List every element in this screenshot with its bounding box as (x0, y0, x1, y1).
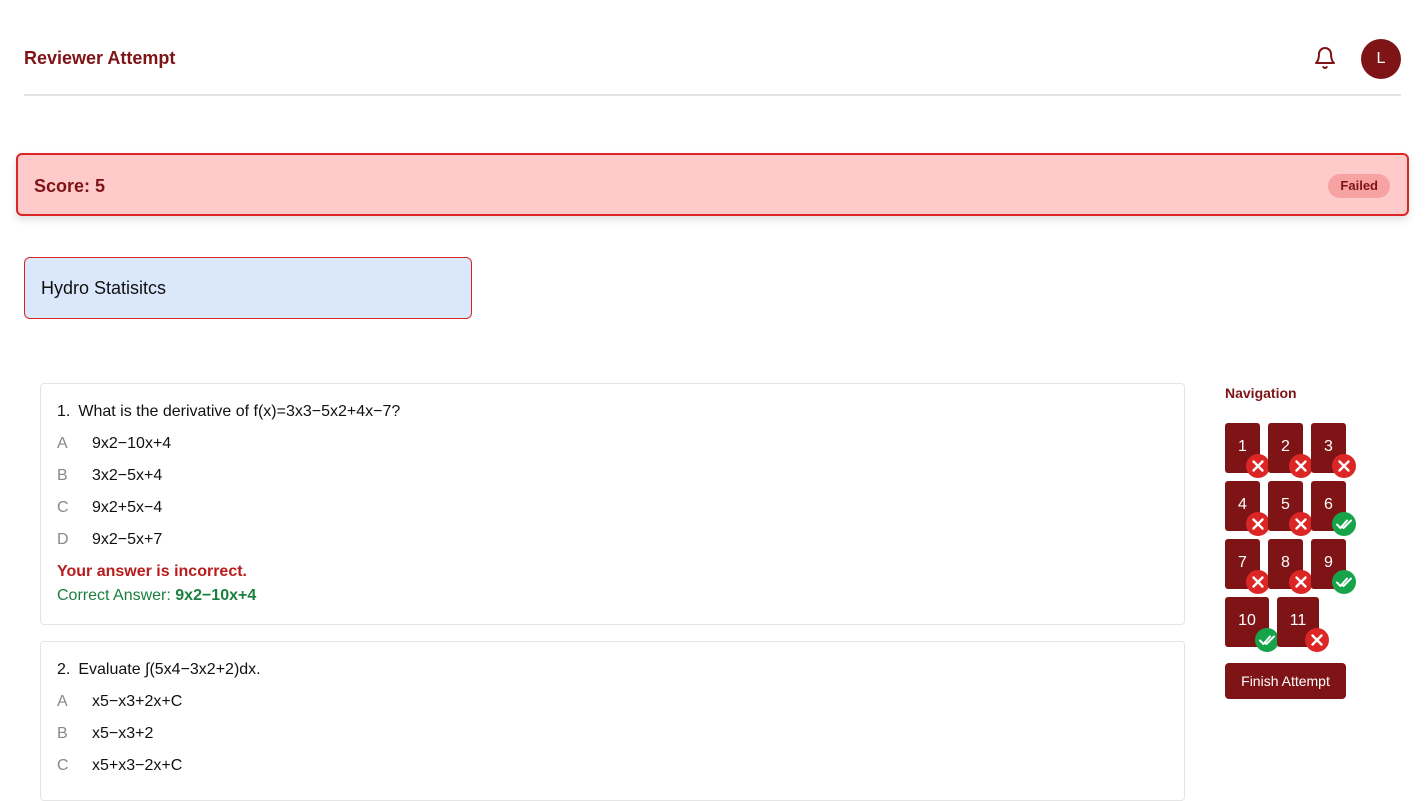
option-letter: B (57, 725, 68, 742)
nav-question-1[interactable]: 1 (1225, 423, 1270, 478)
finish-attempt-button[interactable]: Finish Attempt (1225, 663, 1346, 699)
page-title: Reviewer Attempt (24, 48, 176, 68)
question-card: 1. What is the derivative of f(x)=3x3−5x2… (40, 383, 1185, 625)
option-letter: A (57, 693, 68, 710)
check-icon (1332, 512, 1356, 536)
nav-question-11[interactable]: 11 (1277, 597, 1329, 652)
option-letter: C (57, 499, 69, 516)
question-text: 2. Evaluate ∫(5x4−3x2+2)dx. (57, 661, 261, 679)
nav-question-8[interactable]: 8 (1268, 539, 1313, 594)
app-header: Reviewer Attempt L (24, 0, 1401, 96)
option-text: 9x2−5x+7 (92, 531, 163, 548)
status-badge: Failed (1328, 174, 1390, 198)
nav-question-label: 11 (1289, 612, 1307, 629)
option-letter: C (57, 757, 69, 774)
option-text: 3x2−5x+4 (92, 467, 163, 484)
check-icon (1332, 570, 1356, 594)
question-number: 1. (57, 403, 71, 420)
option-b[interactable]: B x5−x3+2 (57, 725, 153, 743)
x-icon (1246, 512, 1270, 536)
subject-name: Hydro Statisitcs (41, 278, 167, 298)
x-icon (1246, 454, 1270, 478)
question-text: 1. What is the derivative of f(x)=3x3−5x2… (57, 403, 400, 421)
nav-question-label: 5 (1281, 496, 1290, 513)
x-icon (1289, 512, 1313, 536)
nav-question-label: 2 (1281, 438, 1290, 455)
nav-question-10[interactable]: 10 (1225, 597, 1279, 652)
x-icon (1305, 628, 1329, 652)
nav-question-9[interactable]: 9 (1311, 539, 1356, 594)
question-prompt: What is the derivative of f(x)=3x3−5x2+4… (78, 403, 401, 420)
nav-question-7[interactable]: 7 (1225, 539, 1270, 594)
nav-question-label: 6 (1324, 496, 1333, 513)
option-letter: A (57, 435, 68, 452)
question-card: 2. Evaluate ∫(5x4−3x2+2)dx. A x5−x3+2x+C … (40, 641, 1185, 801)
question-number: 2. (57, 661, 71, 678)
nav-question-6[interactable]: 6 (1311, 481, 1356, 536)
option-d[interactable]: D 9x2−5x+7 (57, 531, 162, 549)
option-a[interactable]: A 9x2−10x+4 (57, 435, 171, 453)
nav-question-label: 3 (1324, 438, 1333, 455)
option-text: 9x2+5x−4 (92, 499, 163, 516)
correct-answer-label: Correct Answer: (57, 587, 171, 604)
correct-answer: Correct Answer: 9x2−10x+4 (57, 587, 256, 605)
option-text: x5+x3−2x+C (92, 757, 183, 774)
option-text: 9x2−10x+4 (92, 435, 172, 452)
subject-card: Hydro Statisitcs (24, 257, 472, 319)
nav-question-label: 1 (1238, 438, 1247, 455)
nav-question-4[interactable]: 4 (1225, 481, 1270, 536)
option-letter: B (57, 467, 68, 484)
option-text: x5−x3+2 (92, 725, 154, 742)
option-a[interactable]: A x5−x3+2x+C (57, 693, 182, 711)
nav-question-label: 4 (1238, 496, 1247, 513)
nav-question-2[interactable]: 2 (1268, 423, 1313, 478)
nav-question-label: 9 (1324, 554, 1333, 571)
answer-feedback: Your answer is incorrect. (57, 563, 247, 580)
x-icon (1246, 570, 1270, 594)
score-banner: Score: 5 Failed (16, 153, 1409, 216)
score-label: Score: 5 (34, 176, 106, 196)
option-b[interactable]: B 3x2−5x+4 (57, 467, 162, 485)
option-c[interactable]: C x5+x3−2x+C (57, 757, 182, 775)
correct-answer-value: 9x2−10x+4 (175, 587, 257, 604)
question-prompt: Evaluate ∫(5x4−3x2+2)dx. (78, 661, 261, 678)
navigation-title: Navigation (1225, 385, 1297, 401)
x-icon (1289, 454, 1313, 478)
nav-question-3[interactable]: 3 (1311, 423, 1356, 478)
option-c[interactable]: C 9x2+5x−4 (57, 499, 162, 517)
bell-icon[interactable] (1313, 46, 1337, 70)
x-icon (1289, 570, 1313, 594)
check-icon (1255, 628, 1279, 652)
x-icon (1332, 454, 1356, 478)
avatar[interactable]: L (1361, 39, 1401, 79)
option-letter: D (57, 531, 69, 548)
nav-question-label: 8 (1281, 554, 1290, 571)
nav-question-label: 10 (1238, 612, 1256, 629)
nav-question-5[interactable]: 5 (1268, 481, 1313, 536)
option-text: x5−x3+2x+C (92, 693, 183, 710)
nav-question-label: 7 (1238, 554, 1247, 571)
